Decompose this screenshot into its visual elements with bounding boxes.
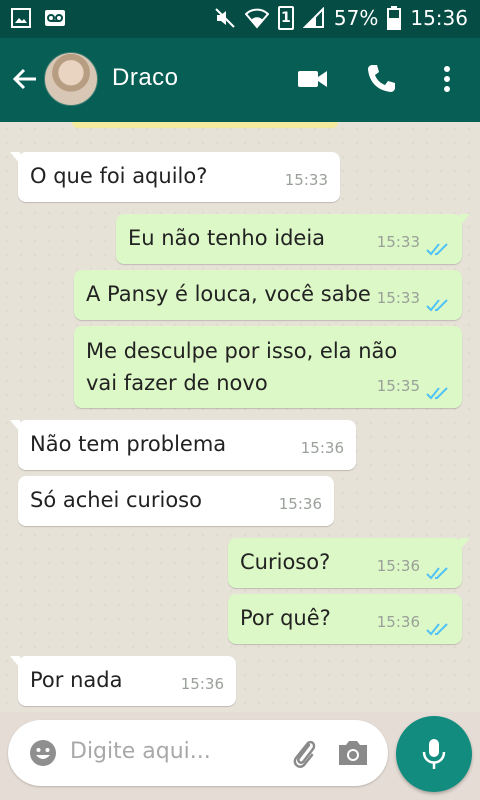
message-outgoing[interactable]: Por quê? 15:36 [228,594,462,644]
message-outgoing[interactable]: Curioso? 15:36 [228,538,470,588]
message-time: 15:33 [284,171,328,189]
message-incoming[interactable]: Não tem problema 15:36 [10,420,356,470]
previous-message-edge [72,122,338,128]
message-time: 15:36 [278,495,322,513]
message-time: 15:36 [376,557,420,575]
message-text: A Pansy é louca, você sabe [86,282,371,306]
status-bar: 1 57% 15:36 [0,0,480,38]
message-text: Curioso? [240,550,331,574]
read-ticks-icon [426,623,448,636]
message-outgoing[interactable]: Eu não tenho ideia 15:33 [116,214,470,264]
signal-icon [302,7,324,28]
clock: 15:36 [410,6,468,30]
message-text-line-1: Me desculpe por isso, ela não [86,339,398,363]
phone-icon[interactable] [364,62,398,96]
message-text: Não tem problema [30,432,227,456]
attach-icon[interactable] [290,737,318,769]
message-list[interactable]: O que foi aquilo? 15:33 Eu não tenho ide… [0,122,480,712]
message-text: O que foi aquilo? [30,164,208,188]
message-text: Só achei curioso [30,488,202,512]
avatar[interactable] [44,52,98,106]
message-incoming[interactable]: Por nada 15:36 [10,656,236,706]
message-time: 15:36 [180,675,224,693]
voicemail-icon [45,10,65,26]
mic-icon [422,739,446,769]
read-ticks-icon [426,387,448,400]
message-time: 15:33 [376,289,420,307]
message-incoming[interactable]: Só achei curioso 15:36 [18,476,334,526]
read-ticks-icon [426,567,448,580]
message-incoming[interactable]: O que foi aquilo? 15:33 [10,152,340,202]
message-time: 15:36 [300,439,344,457]
back-arrow-icon[interactable] [10,64,40,94]
wifi-icon [244,8,269,29]
read-ticks-icon [426,243,448,256]
message-time: 15:35 [376,377,420,395]
message-outgoing[interactable]: Me desculpe por isso, ela não vai fazer … [74,326,462,408]
video-call-icon[interactable] [296,62,330,96]
mute-icon [215,8,235,28]
more-vert-icon[interactable] [430,62,464,96]
emoji-icon[interactable] [28,738,58,768]
sim-icon: 1 [277,6,294,30]
message-outgoing[interactable]: A Pansy é louca, você sabe 15:33 [74,270,462,320]
camera-icon[interactable] [336,738,370,768]
chat-header: Draco [0,38,480,122]
message-text: Eu não tenho ideia [128,226,326,250]
message-time: 15:33 [376,233,420,251]
contact-name[interactable]: Draco [112,64,179,92]
message-text-line-2: vai fazer de novo [86,371,268,395]
message-text: Por nada [30,668,123,692]
message-input[interactable]: Digite aqui... [70,739,211,764]
read-ticks-icon [426,299,448,312]
message-time: 15:36 [376,613,420,631]
image-icon [11,8,31,28]
message-text: Por quê? [240,606,331,630]
battery-percent: 57% [333,6,379,30]
message-composer: Digite aqui... [8,720,388,786]
voice-record-button[interactable] [396,716,472,792]
battery-icon [387,6,402,30]
